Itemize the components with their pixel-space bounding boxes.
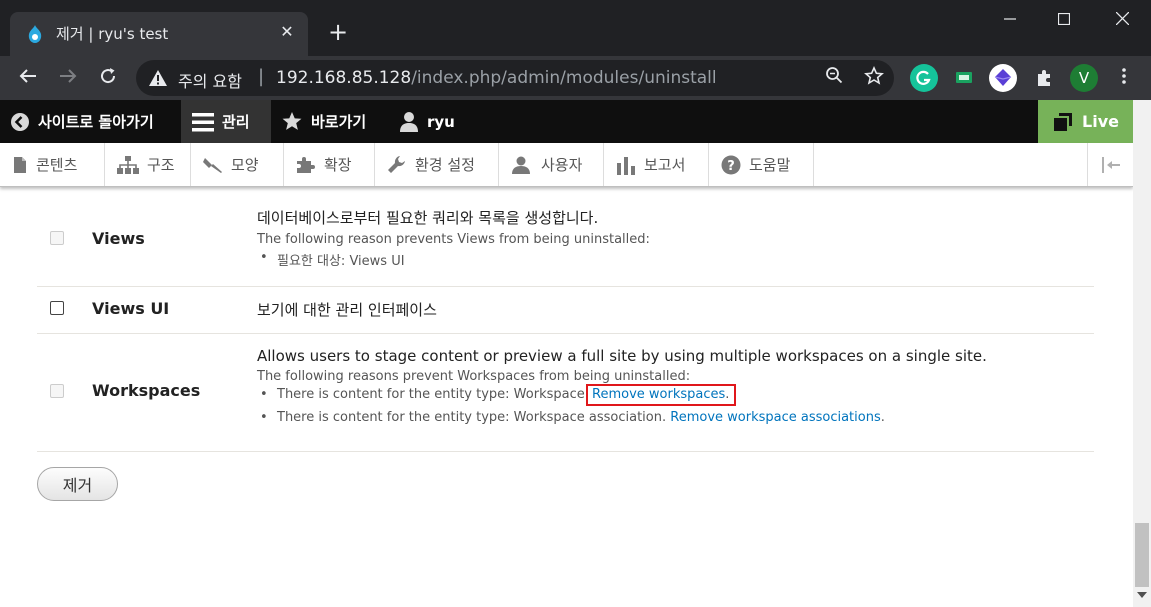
- warning-icon: [149, 70, 167, 86]
- bar-chart-icon: [616, 155, 636, 175]
- minimize-icon[interactable]: [987, 6, 1033, 34]
- browser-titlebar: 제거 | ryu's test ✕ +: [0, 0, 1151, 56]
- puzzle-icon: [296, 156, 316, 174]
- manage-tab[interactable]: 관리: [181, 100, 271, 143]
- paintbrush-icon: [203, 156, 223, 174]
- extensions-puzzle-icon[interactable]: [1030, 64, 1058, 92]
- people-icon: [511, 156, 533, 174]
- description-text: 보기에 대한 관리 인터페이스: [257, 301, 437, 319]
- tray-item-appearance[interactable]: 모양: [191, 143, 284, 186]
- user-tab[interactable]: ryu: [399, 100, 455, 143]
- module-checkbox-views[interactable]: [50, 231, 64, 245]
- tray-item-reports[interactable]: 보고서: [604, 143, 709, 186]
- person-icon: [399, 111, 419, 133]
- reason-item: There is content for the entity type: Wo…: [257, 384, 1094, 406]
- screen-extension-icon[interactable]: [950, 64, 978, 92]
- tray-orientation-toggle-icon[interactable]: [1087, 143, 1133, 186]
- browser-menu-icon[interactable]: [1110, 64, 1138, 92]
- maximize-icon[interactable]: [1041, 6, 1087, 34]
- scroll-down-arrow-icon[interactable]: [1137, 592, 1147, 598]
- reason-item: 필요한 대상: Views UI: [257, 250, 1094, 269]
- tray-item-help[interactable]: ? 도움말: [709, 143, 814, 186]
- admin-tray: 콘텐츠 구조 모양 확장 환경 설정 사용자 보고서 ? 도움말: [0, 143, 1133, 187]
- uninstall-submit-button[interactable]: 제거: [37, 467, 118, 501]
- shortcuts-tab[interactable]: 바로가기: [281, 100, 366, 143]
- reason-item: There is content for the entity type: Wo…: [257, 410, 1094, 425]
- module-description: 데이터베이스로부터 필요한 쿼리와 목록을 생성합니다. The followi…: [257, 207, 1094, 275]
- tray-item-extend[interactable]: 확장: [284, 143, 375, 186]
- scrollbar-thumb[interactable]: [1135, 523, 1149, 587]
- browser-tab[interactable]: 제거 | ryu's test ✕: [10, 12, 308, 56]
- module-row-views-ui: Views UI 보기에 대한 관리 인터페이스: [37, 287, 1094, 334]
- zoom-icon[interactable]: [822, 66, 846, 90]
- module-description: Allows users to stage content or preview…: [257, 347, 1094, 431]
- module-name: Views: [92, 229, 145, 248]
- description-text: Allows users to stage content or preview…: [257, 347, 987, 365]
- help-icon: ?: [721, 155, 741, 175]
- highlight-box: Remove workspaces.: [586, 384, 737, 406]
- uninstall-reason-note: The following reason prevents Views from…: [257, 232, 650, 247]
- address-bar[interactable]: 주의 요함 | 192.168.85.128/index.php/admin/m…: [136, 60, 894, 96]
- description-text: 데이터베이스로부터 필요한 쿼리와 목록을 생성합니다.: [257, 209, 599, 227]
- tray-item-people[interactable]: 사용자: [499, 143, 604, 186]
- reason-list: 필요한 대상: Views UI: [257, 250, 1094, 269]
- remove-workspaces-link[interactable]: Remove workspaces: [592, 387, 725, 402]
- file-icon: [12, 156, 28, 174]
- tray-item-configuration[interactable]: 환경 설정: [375, 143, 499, 186]
- module-row-views: Views 데이터베이스로부터 필요한 쿼리와 목록을 생성합니다. The f…: [37, 187, 1094, 287]
- diamond-extension-icon[interactable]: [989, 64, 1017, 92]
- module-name: Workspaces: [92, 381, 201, 400]
- tab-close-icon[interactable]: ✕: [276, 21, 298, 43]
- workspace-icon: [1052, 111, 1074, 133]
- profile-avatar[interactable]: V: [1070, 64, 1098, 92]
- star-icon: [281, 111, 303, 132]
- security-status[interactable]: 주의 요함: [178, 68, 242, 92]
- workspace-switcher[interactable]: Live: [1038, 100, 1133, 143]
- forward-arrow-icon[interactable]: [54, 64, 82, 92]
- svg-text:?: ?: [727, 159, 735, 174]
- wrench-icon: [387, 155, 407, 175]
- back-arrow-icon[interactable]: [14, 64, 42, 92]
- address-separator-icon: |: [258, 66, 265, 87]
- tab-title: 제거 | ryu's test: [56, 25, 169, 43]
- module-checkbox-workspaces[interactable]: [50, 384, 64, 398]
- new-tab-button[interactable]: +: [326, 20, 350, 44]
- back-circle-icon: [10, 112, 30, 132]
- reason-list: There is content for the entity type: Wo…: [257, 384, 1094, 425]
- remove-workspace-associations-link[interactable]: Remove workspace associations: [670, 410, 880, 425]
- sitemap-icon: [117, 155, 139, 174]
- page-scrollbar[interactable]: [1133, 100, 1151, 607]
- reload-icon[interactable]: [94, 64, 122, 92]
- hamburger-icon: [192, 112, 214, 132]
- grammarly-extension-icon[interactable]: [910, 64, 938, 92]
- module-checkbox-views-ui[interactable]: [50, 301, 64, 315]
- bookmark-star-icon[interactable]: [862, 66, 886, 90]
- uninstall-reason-note: The following reasons prevent Workspaces…: [257, 369, 691, 384]
- tray-item-content[interactable]: 콘텐츠: [0, 143, 105, 186]
- tray-item-structure[interactable]: 구조: [105, 143, 191, 186]
- browser-toolbar: 주의 요함 | 192.168.85.128/index.php/admin/m…: [0, 56, 1151, 100]
- module-description: 보기에 대한 관리 인터페이스: [257, 299, 1094, 320]
- admin-toolbar: 사이트로 돌아가기 관리 바로가기 ryu Live: [0, 100, 1133, 143]
- uninstall-table: Views 데이터베이스로부터 필요한 쿼리와 목록을 생성합니다. The f…: [37, 187, 1094, 452]
- window-close-icon[interactable]: [1099, 6, 1145, 34]
- module-row-workspaces: Workspaces Allows users to stage content…: [37, 334, 1094, 452]
- drupal-favicon-icon: [28, 25, 42, 43]
- module-name: Views UI: [92, 299, 170, 318]
- url-text[interactable]: 192.168.85.128/index.php/admin/modules/u…: [276, 68, 717, 88]
- back-to-site-link[interactable]: 사이트로 돌아가기: [10, 100, 154, 143]
